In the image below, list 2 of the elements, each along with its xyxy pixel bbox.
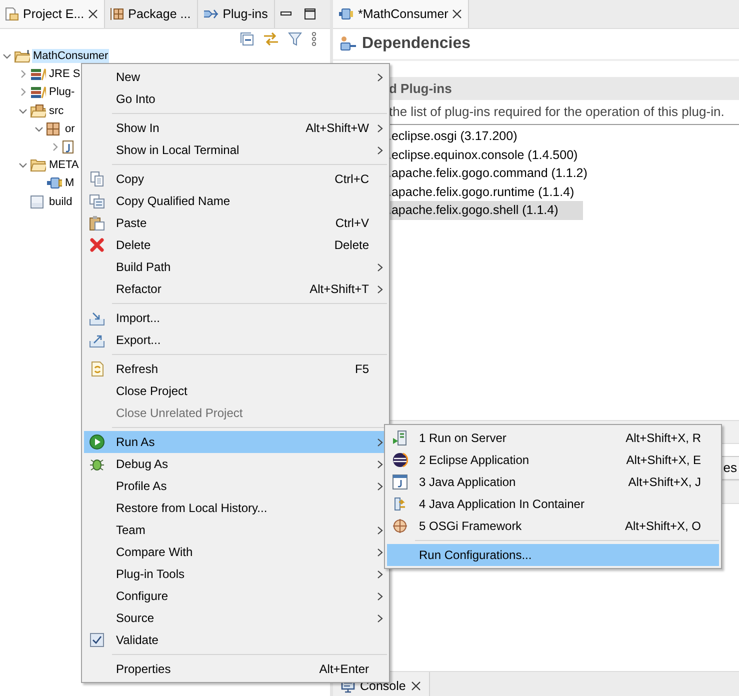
section-title: d Plug-ins [389, 81, 452, 96]
page-title: Dependencies [362, 35, 470, 53]
